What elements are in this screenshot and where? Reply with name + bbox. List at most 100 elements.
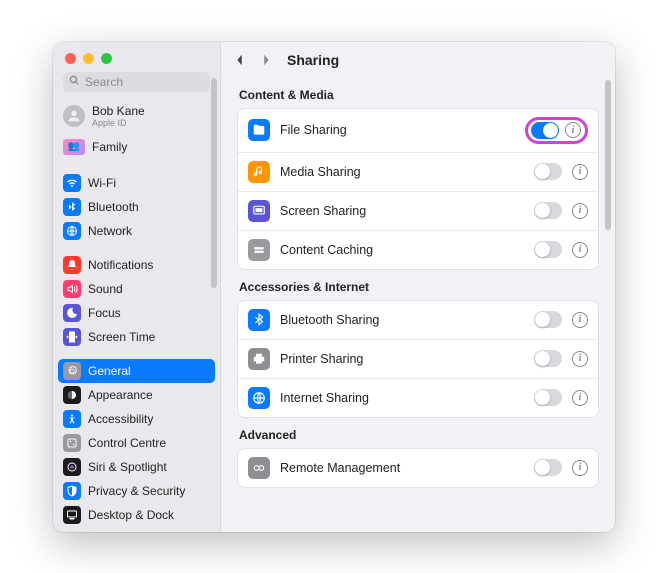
setting-label: Content Caching [280,243,524,257]
avatar [63,105,85,127]
general-icon [63,362,81,380]
sidebar-item-label: Appearance [88,388,153,402]
sidebar-item-notifications[interactable]: Notifications [53,253,220,277]
back-button[interactable] [235,53,249,67]
siri-spotlight-icon [63,458,81,476]
sidebar-item-sound[interactable]: Sound [53,277,220,301]
toggle-media-sharing[interactable] [534,163,562,180]
sidebar-item-label: Desktop & Dock [88,508,174,522]
user-sub: Apple ID [92,118,145,128]
search-input[interactable]: Search [63,72,210,92]
sidebar-item-privacy-security[interactable]: Privacy & Security [53,479,220,503]
panel: Remote Managementi [237,448,599,488]
media-sharing-icon [248,161,270,183]
info-button[interactable]: i [572,312,588,328]
sidebar-item-network[interactable]: Network [53,219,220,243]
sidebar-item-label: Accessibility [88,412,153,426]
info-button[interactable]: i [565,122,581,138]
setting-label: Media Sharing [280,165,524,179]
zoom-window-button[interactable] [101,53,112,64]
section-title: Advanced [239,428,597,442]
highlight-ring: i [525,117,588,144]
user-name: Bob Kane [92,105,145,118]
section-title: Accessories & Internet [239,280,597,294]
sidebar-item-accessibility[interactable]: Accessibility [53,407,220,431]
sidebar-item-screen-time[interactable]: Screen Time [53,325,220,349]
sidebar-item-label: Network [88,224,132,238]
bluetooth-icon [63,198,81,216]
sidebar-item-siri-spotlight[interactable]: Siri & Spotlight [53,455,220,479]
setting-row-media-sharing: Media Sharing i [238,153,598,192]
panel: File Sharing i Media Sharing i Screen Sharin… [237,108,599,270]
sidebar-item-label: Bluetooth [88,200,139,214]
toggle-remote-management[interactable] [534,459,562,476]
sidebar-item-label: General [88,364,131,378]
content: Content & MediaFile SharingiMedia Sharin… [221,74,615,532]
accessibility-icon [63,410,81,428]
sidebar-item-label: Wi-Fi [88,176,116,190]
sidebar-item-label: Screen Time [88,330,155,344]
toggle-screen-sharing[interactable] [534,202,562,219]
sidebar-item-general[interactable]: General [58,359,215,383]
setting-row-internet-sharing: Internet Sharing i [238,379,598,417]
main-panel: Sharing Content & MediaFile SharingiMedi… [221,42,615,532]
section-title: Content & Media [239,88,597,102]
printer-sharing-icon [248,348,270,370]
info-button[interactable]: i [572,242,588,258]
sidebar-item-label: Family [92,140,127,154]
appearance-icon [63,386,81,404]
sidebar-item-family[interactable]: 👥 Family [53,134,220,161]
toggle-content-caching[interactable] [534,241,562,258]
desktop-dock-icon [63,506,81,524]
search-icon [69,75,80,89]
sidebar-item-control-centre[interactable]: Control Centre [53,431,220,455]
sidebar-item-label: Focus [88,306,121,320]
sidebar-item-label: Privacy & Security [88,484,185,498]
sidebar-item-focus[interactable]: Focus [53,301,220,325]
sidebar-item-wi-fi[interactable]: Wi-Fi [53,171,220,195]
wi-fi-icon [63,174,81,192]
sidebar-item-label: Control Centre [88,436,166,450]
sidebar-item-desktop-dock[interactable]: Desktop & Dock [53,503,220,527]
main-scrollbar[interactable] [605,80,611,230]
content-caching-icon [248,239,270,261]
screen-time-icon [63,328,81,346]
toggle-printer-sharing[interactable] [534,350,562,367]
privacy-security-icon [63,482,81,500]
setting-label: Bluetooth Sharing [280,313,524,327]
toggle-file-sharing[interactable] [531,122,559,139]
toggle-internet-sharing[interactable] [534,389,562,406]
setting-row-printer-sharing: Printer Sharing i [238,340,598,379]
setting-row-file-sharing: File Sharing i [238,109,598,153]
notifications-icon [63,256,81,274]
remote-management-icon [248,457,270,479]
setting-row-bluetooth-sharing: Bluetooth Sharing i [238,301,598,340]
info-button[interactable]: i [572,390,588,406]
info-button[interactable]: i [572,460,588,476]
info-button[interactable]: i [572,164,588,180]
sidebar-item-appearance[interactable]: Appearance [53,383,220,407]
forward-button[interactable] [261,53,275,67]
info-button[interactable]: i [572,351,588,367]
toggle-bluetooth-sharing[interactable] [534,311,562,328]
setting-label: Screen Sharing [280,204,524,218]
sidebar-item-label: Sound [88,282,123,296]
screen-sharing-icon [248,200,270,222]
sidebar: Search Bob Kane Apple ID 👥 Family Wi-FiB… [53,42,221,532]
setting-label: Printer Sharing [280,352,524,366]
page-title: Sharing [287,52,339,68]
sidebar-item-bluetooth[interactable]: Bluetooth [53,195,220,219]
control-centre-icon [63,434,81,452]
sidebar-list: Bob Kane Apple ID 👥 Family Wi-Fi Bluetoot… [53,100,220,532]
sidebar-item-apple-id[interactable]: Bob Kane Apple ID [53,100,220,134]
bluetooth-sharing-icon [248,309,270,331]
info-button[interactable]: i [572,203,588,219]
family-icon: 👥 [63,139,85,155]
sound-icon [63,280,81,298]
setting-label: File Sharing [280,123,515,137]
sidebar-scrollbar[interactable] [211,78,217,288]
search-placeholder: Search [85,75,123,89]
minimize-window-button[interactable] [83,53,94,64]
close-window-button[interactable] [65,53,76,64]
setting-label: Internet Sharing [280,391,524,405]
